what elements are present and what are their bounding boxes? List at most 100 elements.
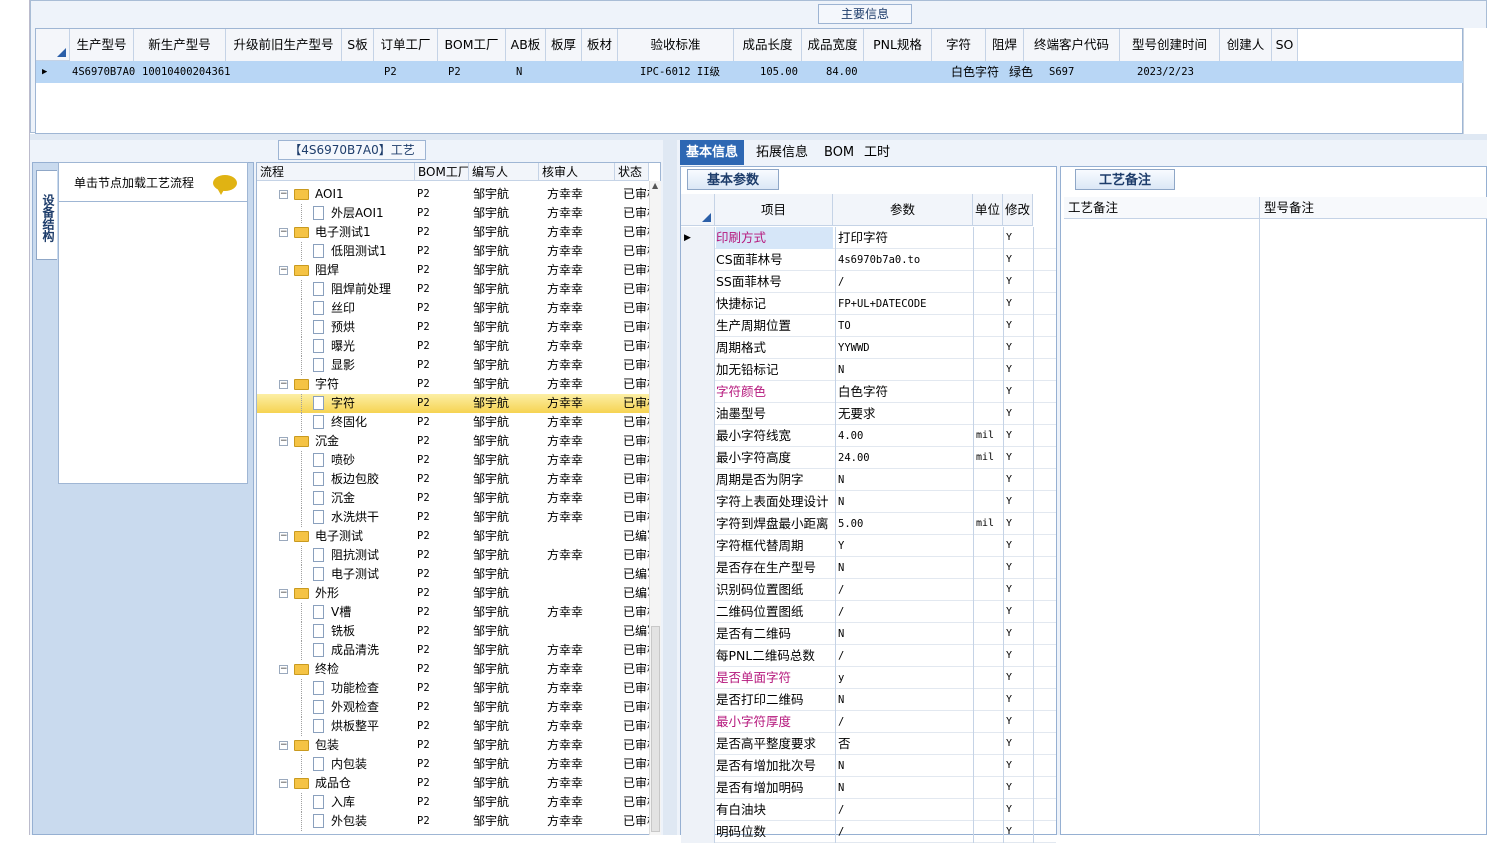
param-value[interactable]: N: [835, 359, 971, 381]
tree-row[interactable]: 显影 P2 邹宇航 方幸幸 已审核: [257, 356, 649, 375]
param-row[interactable]: 周期是否为阴字 N Y: [681, 469, 1056, 491]
param-modify[interactable]: Y: [1003, 535, 1033, 557]
tree-row[interactable]: 低阻测试1 P2 邹宇航 方幸幸 已审核: [257, 242, 649, 261]
param-row[interactable]: 是否打印二维码 N Y: [681, 689, 1056, 711]
param-row[interactable]: 是否有二维码 N Y: [681, 623, 1056, 645]
tree-row[interactable]: − 沉金 P2 邹宇航 方幸幸 已审核: [257, 432, 649, 451]
param-value[interactable]: N: [835, 755, 971, 777]
param-modify[interactable]: Y: [1003, 777, 1033, 799]
tree-row[interactable]: 功能检查 P2 邹宇航 方幸幸 已审核: [257, 679, 649, 698]
param-modify[interactable]: Y: [1003, 447, 1033, 469]
param-row[interactable]: 是否高平整度要求 否 Y: [681, 733, 1056, 755]
param-row[interactable]: 最小字符高度 24.00 mil Y: [681, 447, 1056, 469]
param-value[interactable]: YYWWD: [835, 337, 971, 359]
param-modify[interactable]: Y: [1003, 689, 1033, 711]
tree-row[interactable]: − 终检 P2 邹宇航 方幸幸 已审核: [257, 660, 649, 679]
param-row[interactable]: 每PNL二维码总数 / Y: [681, 645, 1056, 667]
table-row-selected[interactable]: [36, 61, 1464, 83]
param-value[interactable]: 4.00: [835, 425, 971, 447]
tree-row[interactable]: − 包装 P2 邹宇航 方幸幸 已审核: [257, 736, 649, 755]
param-value[interactable]: N: [835, 557, 971, 579]
collapse-icon[interactable]: −: [279, 665, 288, 674]
param-row[interactable]: 周期格式 YYWWD Y: [681, 337, 1056, 359]
param-modify[interactable]: Y: [1003, 579, 1033, 601]
tree-row[interactable]: 外包装 P2 邹宇航 方幸幸 已审核: [257, 812, 649, 831]
tree-row[interactable]: 阻焊前处理 P2 邹宇航 方幸幸 已审核: [257, 280, 649, 299]
col-header[interactable]: BOM工厂: [438, 29, 506, 61]
tab-0[interactable]: 基本信息: [680, 140, 745, 165]
param-value[interactable]: 无要求: [835, 403, 971, 425]
param-modify[interactable]: Y: [1003, 799, 1033, 821]
tree-row[interactable]: 曝光 P2 邹宇航 方幸幸 已审核: [257, 337, 649, 356]
collapse-icon[interactable]: −: [279, 228, 288, 237]
basic-col-header[interactable]: 修改: [1003, 194, 1033, 226]
tree-row[interactable]: V槽 P2 邹宇航 方幸幸 已审核: [257, 603, 649, 622]
tree-scrollbar[interactable]: ▲: [649, 181, 661, 835]
param-value[interactable]: /: [835, 711, 971, 733]
param-modify[interactable]: Y: [1003, 249, 1033, 271]
col-header[interactable]: 创建人: [1220, 29, 1272, 61]
tree-col-header[interactable]: BOM工厂: [415, 163, 469, 181]
col-header[interactable]: 板厚: [546, 29, 582, 61]
scroll-up-arrow-icon[interactable]: ▲: [652, 181, 658, 190]
tab-3[interactable]: 工时: [858, 140, 896, 165]
param-row[interactable]: SS面菲林号 / Y: [681, 271, 1056, 293]
param-value[interactable]: /: [835, 601, 971, 623]
col-header[interactable]: 新生产型号: [134, 29, 226, 61]
param-value[interactable]: 否: [835, 733, 971, 755]
tree-row[interactable]: 外层AOI1 P2 邹宇航 方幸幸 已审核: [257, 204, 649, 223]
col-header[interactable]: SO: [1272, 29, 1298, 61]
col-header[interactable]: 生产型号: [70, 29, 134, 61]
param-value[interactable]: Y: [835, 535, 971, 557]
param-row[interactable]: 是否存在生产型号 N Y: [681, 557, 1056, 579]
scroll-thumb[interactable]: [651, 626, 660, 832]
col-header[interactable]: AB板: [506, 29, 546, 61]
param-row[interactable]: 最小字符线宽 4.00 mil Y: [681, 425, 1056, 447]
process-tree[interactable]: 流程BOM工厂编写人核审人状态 −AOI1P2邹宇航方幸幸已审核外层AOI1P2…: [256, 162, 661, 835]
param-value[interactable]: TO: [835, 315, 971, 337]
collapse-icon[interactable]: −: [279, 437, 288, 446]
param-row[interactable]: 明码位数 / Y: [681, 821, 1056, 843]
collapse-icon[interactable]: −: [279, 190, 288, 199]
param-value[interactable]: 白色字符: [835, 381, 971, 403]
param-row[interactable]: 加无铅标记 N Y: [681, 359, 1056, 381]
basic-col-header[interactable]: 参数: [833, 194, 973, 226]
tree-row[interactable]: − 外形 P2 邹宇航 已编写: [257, 584, 649, 603]
param-row[interactable]: 快捷标记 FP+UL+DATECODE Y: [681, 293, 1056, 315]
vertical-splitter[interactable]: [663, 140, 677, 835]
param-value[interactable]: y: [835, 667, 971, 689]
param-row[interactable]: 最小字符厚度 / Y: [681, 711, 1056, 733]
param-modify[interactable]: Y: [1003, 381, 1033, 403]
tree-row[interactable]: 入库 P2 邹宇航 方幸幸 已审核: [257, 793, 649, 812]
param-row[interactable]: 识别码位置图纸 / Y: [681, 579, 1056, 601]
param-row[interactable]: 字符上表面处理设计 N Y: [681, 491, 1056, 513]
col-header[interactable]: 验收标准: [618, 29, 734, 61]
collapse-icon[interactable]: −: [279, 779, 288, 788]
tree-row[interactable]: 沉金 P2 邹宇航 方幸幸 已审核: [257, 489, 649, 508]
basic-col-header[interactable]: 单位: [973, 194, 1003, 226]
param-value[interactable]: N: [835, 491, 971, 513]
col-header[interactable]: 板材: [582, 29, 618, 61]
param-value[interactable]: 4s6970b7a0.to: [835, 249, 971, 271]
param-modify[interactable]: Y: [1003, 821, 1033, 843]
param-modify[interactable]: Y: [1003, 359, 1033, 381]
param-value[interactable]: /: [835, 799, 971, 821]
tree-row[interactable]: 丝印 P2 邹宇航 方幸幸 已审核: [257, 299, 649, 318]
col-header[interactable]: PNL规格: [864, 29, 932, 61]
process-notes-cell[interactable]: [1064, 219, 1260, 836]
tab-equipment-structure[interactable]: 设备结构: [36, 170, 57, 260]
tree-row[interactable]: − 成品仓 P2 邹宇航 方幸幸 已审核: [257, 774, 649, 793]
param-value[interactable]: N: [835, 689, 971, 711]
param-value[interactable]: FP+UL+DATECODE: [835, 293, 971, 315]
tree-row[interactable]: 铣板 P2 邹宇航 已编写: [257, 622, 649, 641]
param-row[interactable]: 油墨型号 无要求 Y: [681, 403, 1056, 425]
collapse-icon[interactable]: −: [279, 532, 288, 541]
param-value[interactable]: /: [835, 821, 971, 843]
tree-row[interactable]: 电子测试 P2 邹宇航 已编写: [257, 565, 649, 584]
col-header[interactable]: 字符: [932, 29, 986, 61]
tree-row[interactable]: 水洗烘干 P2 邹宇航 方幸幸 已审核: [257, 508, 649, 527]
tree-row[interactable]: − 阻焊 P2 邹宇航 方幸幸 已审核: [257, 261, 649, 280]
param-value[interactable]: N: [835, 623, 971, 645]
param-value[interactable]: 打印字符: [835, 227, 971, 249]
tree-row[interactable]: 终固化 P2 邹宇航 方幸幸 已审核: [257, 413, 649, 432]
